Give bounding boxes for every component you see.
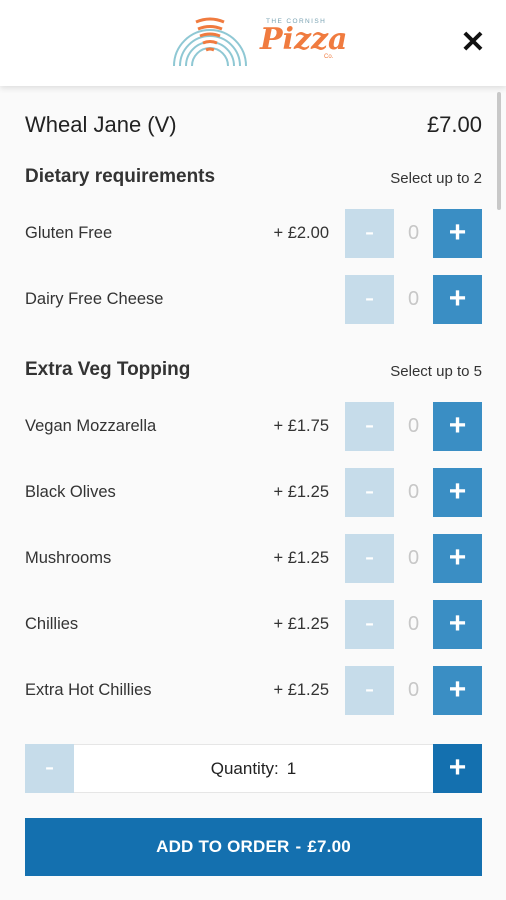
add-to-order-total: £7.00 <box>307 837 351 856</box>
increase-button[interactable]: + <box>433 275 482 324</box>
option-label: Mushrooms <box>25 549 112 567</box>
decrease-button[interactable]: - <box>345 600 394 649</box>
section-extra-veg-header: Extra Veg Topping Select up to 5 <box>25 359 482 385</box>
increase-button[interactable]: + <box>433 402 482 451</box>
option-row-vegan-mozzarella: Vegan Mozzarella + £1.75 - 0 + <box>25 402 482 451</box>
option-count: 0 <box>407 547 420 569</box>
quantity-value: 1 <box>286 759 297 778</box>
brand-logo: THE CORNISH Pizza Co. <box>168 14 348 70</box>
increase-button[interactable]: + <box>433 666 482 715</box>
option-extra-price: + £1.25 <box>273 549 329 567</box>
quantity-decrease-button[interactable]: - <box>25 744 74 793</box>
option-label: Vegan Mozzarella <box>25 417 157 435</box>
option-label: Chillies <box>25 615 79 633</box>
increase-button[interactable]: + <box>433 209 482 258</box>
option-row-gluten-free: Gluten Free + £2.00 - 0 + <box>25 209 482 258</box>
decrease-button[interactable]: - <box>345 275 394 324</box>
option-count: 0 <box>407 613 420 635</box>
section-heading: Extra Veg Topping <box>25 359 191 380</box>
option-count: 0 <box>407 222 420 244</box>
option-count: 0 <box>407 679 420 701</box>
brand-name: Pizza <box>260 22 348 57</box>
logo-rainbow-icon <box>173 17 247 67</box>
section-heading: Dietary requirements <box>25 166 216 187</box>
option-extra-price: + £1.25 <box>273 615 329 633</box>
option-label: Dairy Free Cheese <box>25 290 164 308</box>
option-label: Black Olives <box>25 483 116 501</box>
add-to-order-separator: - <box>295 837 302 856</box>
increase-button[interactable]: + <box>433 534 482 583</box>
increase-button[interactable]: + <box>433 600 482 649</box>
option-row-chillies: Chillies + £1.25 - 0 + <box>25 600 482 649</box>
option-row-dairy-free-cheese: Dairy Free Cheese - 0 + <box>25 275 482 324</box>
option-row-mushrooms: Mushrooms + £1.25 - 0 + <box>25 534 482 583</box>
option-extra-price: + £1.75 <box>273 417 329 435</box>
option-count: 0 <box>407 288 420 310</box>
add-to-order-button[interactable]: ADD TO ORDER - £7.00 <box>25 818 482 876</box>
quantity-label: Quantity: <box>210 759 279 778</box>
option-extra-price: + £1.25 <box>273 681 329 699</box>
scrollbar[interactable] <box>497 92 501 210</box>
add-to-order-label: ADD TO ORDER <box>156 837 290 856</box>
close-icon: ✕ <box>460 26 486 59</box>
option-extra-price: + £2.00 <box>273 224 329 242</box>
option-count: 0 <box>407 481 420 503</box>
item-name: Wheal Jane (V) <box>25 112 177 137</box>
option-label: Gluten Free <box>25 224 113 242</box>
decrease-button[interactable]: - <box>345 666 394 715</box>
section-hint: Select up to 5 <box>390 363 482 380</box>
decrease-button[interactable]: - <box>345 209 394 258</box>
quantity-stepper: - Quantity: 1 + <box>25 744 482 793</box>
item-title-row: Wheal Jane (V) £7.00 <box>25 112 482 142</box>
quantity-display: Quantity: 1 <box>74 745 433 792</box>
option-row-extra-hot-chillies: Extra Hot Chillies + £1.25 - 0 + <box>25 666 482 715</box>
decrease-button[interactable]: - <box>345 534 394 583</box>
close-button[interactable]: ✕ <box>458 28 488 58</box>
increase-button[interactable]: + <box>433 468 482 517</box>
item-price: £7.00 <box>426 112 482 137</box>
option-extra-price: + £1.25 <box>273 483 329 501</box>
option-count: 0 <box>407 415 420 437</box>
section-dietary-header: Dietary requirements Select up to 2 <box>25 166 482 192</box>
decrease-button[interactable]: - <box>345 468 394 517</box>
option-row-black-olives: Black Olives + £1.25 - 0 + <box>25 468 482 517</box>
section-hint: Select up to 2 <box>390 170 482 187</box>
decrease-button[interactable]: - <box>345 402 394 451</box>
option-label: Extra Hot Chillies <box>25 681 152 699</box>
app-header: THE CORNISH Pizza Co. ✕ <box>0 0 506 86</box>
brand-suffix: Co. <box>324 54 334 60</box>
quantity-increase-button[interactable]: + <box>433 744 482 793</box>
